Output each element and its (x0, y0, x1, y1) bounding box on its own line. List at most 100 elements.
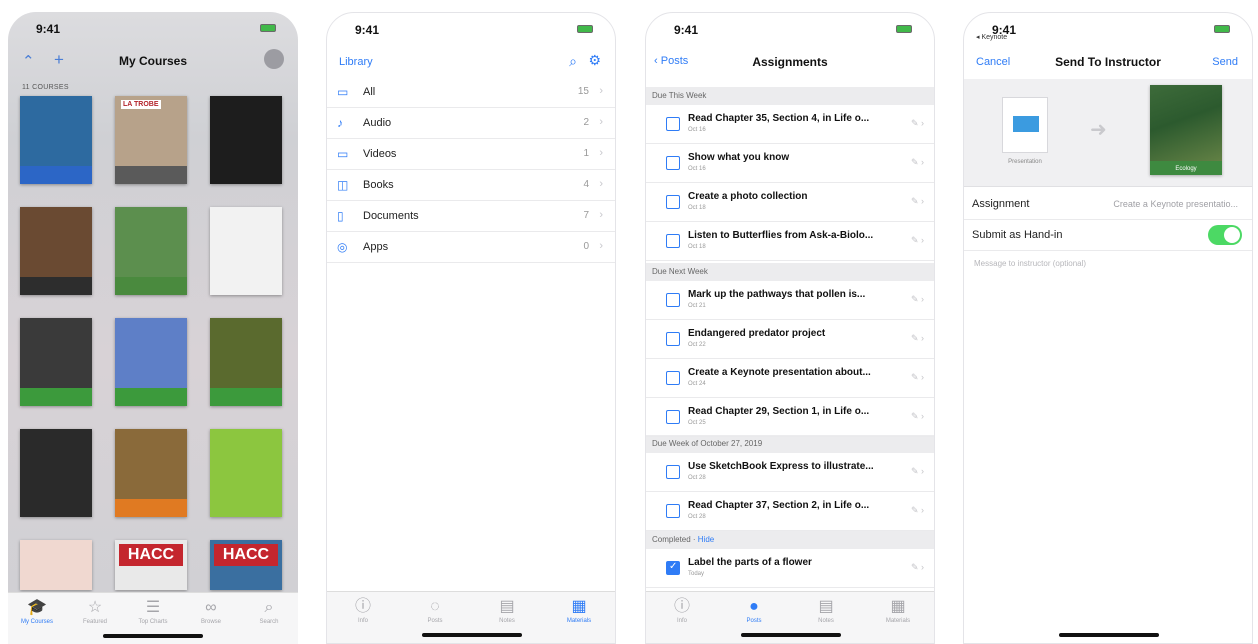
library-row-apps[interactable]: ◎ Apps 0 › (327, 232, 615, 263)
presentation-screen-icon (1013, 116, 1039, 132)
assignment-title: Create a photo collection (688, 191, 808, 202)
edit-icon: ✎ › (910, 196, 924, 206)
completion-checkbox[interactable] (666, 195, 680, 209)
assignment-row[interactable]: Mark up the pathways that pollen is... Oc… (646, 281, 934, 320)
cover-band (115, 572, 187, 590)
assignment-title: Label the parts of a flower (688, 557, 812, 568)
row-count: 4 (583, 179, 589, 190)
library-row-audio[interactable]: ♪ Audio 2 › (327, 108, 615, 139)
send-button[interactable]: Send (1212, 56, 1238, 68)
row-label: Apps (363, 241, 389, 253)
assignment-due-date: Oct 28 (688, 514, 706, 520)
assignment-row[interactable]: Endangered predator project Oct 22 ✎ › (646, 320, 934, 359)
tab-materials[interactable]: ▦ Materials (862, 592, 934, 643)
tab-my-courses[interactable]: 🎓 My Courses (8, 593, 66, 644)
tab-info[interactable]: ⓘ Info (646, 592, 718, 643)
assignment-row[interactable]: Listen to Butterflies from Ask-a-Biolo..… (646, 222, 934, 261)
assignment-row[interactable]: Read Chapter 37, Section 2, in Life o...… (646, 492, 934, 531)
row-count: 1 (583, 148, 589, 159)
cover-band (115, 166, 187, 184)
chevron-right-icon: › (599, 209, 603, 221)
completion-checkbox[interactable] (666, 293, 680, 307)
hide-completed-button[interactable]: Hide (698, 535, 714, 544)
tab-top-charts-label: Top Charts (138, 619, 168, 625)
phone-library: 9:41 Library ⌕ ⚙ ▭ All 15 › ♪ Audio 2 › ▭ Videos 1… (326, 12, 616, 644)
tab-notes-icon: ▤ (818, 598, 834, 615)
course-cover-7[interactable] (20, 318, 92, 406)
assignment-row[interactable]: Read Chapter 29, Section 1, in Life o...… (646, 398, 934, 437)
tab-notes-icon: ▤ (499, 598, 515, 615)
row-label: All (363, 86, 376, 98)
tab-info-label: Info (357, 618, 368, 624)
edit-icon: ✎ › (910, 505, 924, 515)
completion-checkbox[interactable] (666, 234, 680, 248)
cover-band (115, 499, 187, 517)
status-bar: 9:41 (646, 13, 934, 45)
library-row-all[interactable]: ▭ All 15 › (327, 77, 615, 108)
completion-checkbox[interactable] (666, 156, 680, 170)
course-count: 11 COURSES (22, 84, 69, 91)
status-time: 9:41 (674, 23, 699, 37)
edit-icon: ✎ › (910, 118, 924, 128)
assignment-row[interactable]: Label the parts of a flower Today ✎ › (646, 549, 934, 588)
course-cover-14[interactable]: HACC (115, 540, 187, 590)
chevron-right-icon: › (599, 85, 603, 97)
home-indicator (422, 633, 522, 637)
course-cover-3[interactable] (210, 96, 282, 184)
cover-band (115, 277, 187, 295)
assignment-row[interactable]: Read Chapter 35, Section 4, in Life o...… (646, 105, 934, 144)
home-indicator (103, 634, 203, 638)
assignment-due-date: Oct 21 (688, 303, 706, 309)
tab-info-icon: ⓘ (673, 598, 690, 615)
cover-band (210, 277, 282, 295)
course-cover-11[interactable] (115, 429, 187, 517)
library-back-button[interactable]: Library (339, 56, 373, 68)
completion-checkbox[interactable] (666, 117, 680, 131)
completion-checkbox[interactable] (666, 410, 680, 424)
assignment-value: Create a Keynote presentatio... (1113, 199, 1238, 209)
handin-label: Submit as Hand-in (972, 229, 1063, 241)
assignment-row[interactable]: Use SketchBook Express to illustrate... O… (646, 453, 934, 492)
course-cover-4[interactable] (20, 207, 92, 295)
message-input[interactable]: Message to instructor (optional) (974, 259, 1086, 268)
library-row-videos[interactable]: ▭ Videos 1 › (327, 139, 615, 170)
tab-materials[interactable]: ▦ Materials (543, 592, 615, 643)
cover-logo: HACC (119, 544, 183, 566)
back-to-keynote-link[interactable]: ◂ Keynote (976, 33, 1007, 41)
assignment-row[interactable]: Assignment Create a Keynote presentatio.… (964, 189, 1252, 220)
library-row-books[interactable]: ◫ Books 4 › (327, 170, 615, 201)
course-cover-1[interactable] (20, 96, 92, 184)
course-cover-5[interactable] (115, 207, 187, 295)
phone-assignments: 9:41 ‹ Posts Assignments Due This Week Du… (645, 12, 935, 644)
course-cover-8[interactable] (115, 318, 187, 406)
cover-band (20, 499, 92, 517)
row-label: Audio (363, 117, 392, 129)
completion-checkbox[interactable] (666, 504, 680, 518)
course-cover-10[interactable] (20, 429, 92, 517)
library-row-documents[interactable]: ▯ Documents 7 › (327, 201, 615, 232)
course-cover-15[interactable]: HACC (210, 540, 282, 590)
assignment-row[interactable]: Create a photo collection Oct 18 ✎ › (646, 183, 934, 222)
section-due-week-oct-27: Due Week of October 27, 2019 (646, 435, 934, 453)
course-cover-13[interactable] (20, 540, 92, 590)
tab-info[interactable]: ⓘ Info (327, 592, 399, 643)
assignment-due-date: Today (688, 571, 705, 577)
tab-search[interactable]: ⌕ Search (240, 593, 298, 644)
completion-checkbox[interactable] (666, 561, 680, 575)
avatar[interactable] (264, 49, 284, 69)
completion-checkbox[interactable] (666, 371, 680, 385)
gear-icon[interactable]: ⚙ (588, 52, 601, 69)
assignment-due-date: Oct 18 (688, 205, 706, 211)
course-cover-2[interactable]: LA TROBE (115, 96, 187, 184)
search-icon[interactable]: ⌕ (569, 53, 577, 70)
chevron-right-icon: › (599, 240, 603, 252)
handin-toggle[interactable] (1208, 225, 1242, 245)
assignment-row[interactable]: Create a Keynote presentation about... Oc… (646, 359, 934, 398)
course-cover-9[interactable] (210, 318, 282, 406)
battery-icon (896, 25, 912, 33)
course-cover-12[interactable] (210, 429, 282, 517)
completion-checkbox[interactable] (666, 465, 680, 479)
completion-checkbox[interactable] (666, 332, 680, 346)
assignment-row[interactable]: Show what you know Oct 16 ✎ › (646, 144, 934, 183)
course-cover-6[interactable] (210, 207, 282, 295)
